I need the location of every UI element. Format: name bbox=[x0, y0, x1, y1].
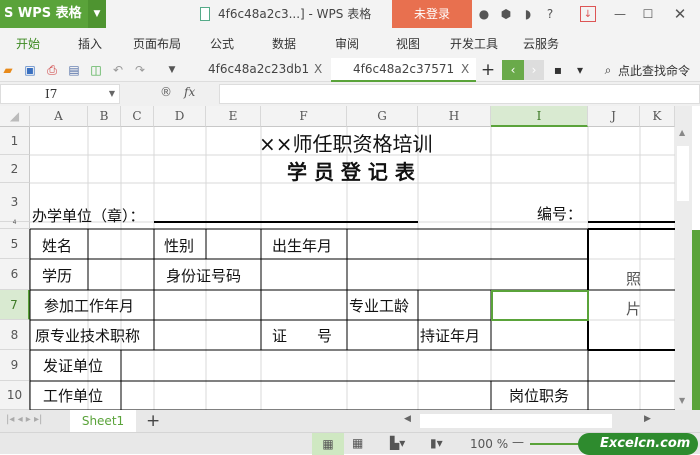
feedback-icon[interactable]: ◗ bbox=[520, 6, 536, 22]
name-box[interactable]: I7 ▼ bbox=[0, 84, 120, 104]
save-icon[interactable]: ▣ bbox=[22, 62, 38, 78]
close-tab-icon[interactable]: X bbox=[314, 58, 322, 80]
print-icon[interactable]: ▤ bbox=[66, 62, 82, 78]
id-number-label: 身份证号码 bbox=[166, 267, 242, 285]
watermark-logo: Excelcn.com bbox=[578, 433, 698, 455]
minimize-icon[interactable]: — bbox=[612, 6, 628, 22]
close-icon[interactable]: ✕ bbox=[672, 6, 688, 22]
menu-review[interactable]: 审阅 bbox=[335, 28, 359, 60]
cell-ref: I7 bbox=[45, 87, 58, 101]
new-tab-icon[interactable]: + bbox=[480, 62, 496, 79]
education-label: 学历 bbox=[42, 267, 73, 285]
zoom-out-icon[interactable]: — bbox=[512, 435, 524, 449]
export-pdf-icon[interactable]: ⎙ bbox=[44, 62, 60, 78]
freeze-icon[interactable]: ▙▾ bbox=[390, 436, 405, 450]
redo-icon[interactable]: ↷ bbox=[132, 62, 148, 78]
menu-formulas[interactable]: 公式 bbox=[210, 28, 234, 60]
scroll-down-icon[interactable]: ▼ bbox=[679, 396, 685, 405]
status-bar: ▦ ▦ ▙▾ ▮▾ 100 % — Excelcn.com bbox=[0, 432, 700, 455]
menu-insert[interactable]: 插入 bbox=[78, 28, 102, 60]
formula-input[interactable] bbox=[219, 84, 700, 104]
cert-no-label: 证 号 bbox=[272, 327, 333, 345]
menu-developer[interactable]: 开发工具 bbox=[450, 28, 498, 60]
skin-icon[interactable]: ● bbox=[476, 6, 492, 22]
search-command[interactable]: 点此查找命令 bbox=[618, 62, 690, 79]
zoom-level: 100 % bbox=[470, 437, 509, 451]
scroll-right-icon[interactable]: ▶ bbox=[644, 414, 651, 424]
sheet-tab-bar: |◂ ◂ ▸ ▸| Sheet1 + ◀ ▶ bbox=[0, 410, 700, 432]
menu-view[interactable]: 视图 bbox=[396, 28, 420, 60]
school-label: 办学单位（章）： bbox=[32, 207, 145, 225]
window-title: 4f6c48a2c3...] - WPS 表格 bbox=[218, 7, 372, 21]
chevron-down-icon[interactable]: ▼ bbox=[164, 62, 180, 78]
photo-label-1: 照 bbox=[626, 270, 642, 288]
horizontal-scrollbar[interactable] bbox=[420, 414, 612, 428]
cert-date-label: 持证年月 bbox=[420, 327, 481, 345]
sheet-nav-icons[interactable]: |◂ ◂ ▸ ▸| bbox=[6, 414, 42, 425]
side-panel bbox=[692, 106, 700, 410]
workplace-label: 工作单位 bbox=[43, 387, 104, 405]
login-button[interactable]: 未登录 bbox=[392, 0, 472, 28]
quick-toolbar: ▰ ▣ ⎙ ▤ ◫ ↶ ↷ ▼ 4f6c48a2c23db1 X 4f6c48a2… bbox=[0, 58, 700, 82]
function-icon[interactable]: fx bbox=[184, 85, 195, 99]
settings-icon[interactable]: ⬢ bbox=[498, 6, 514, 22]
doc-tab-label: 4f6c48a2c37571 bbox=[353, 62, 455, 76]
print-preview-icon[interactable]: ◫ bbox=[88, 62, 104, 78]
menu-data[interactable]: 数据 bbox=[272, 28, 296, 60]
chevron-down-icon[interactable]: ▼ bbox=[88, 0, 106, 28]
download-icon[interactable]: ↓ bbox=[580, 6, 596, 22]
doc-tab-label: 4f6c48a2c23db1 bbox=[208, 62, 310, 76]
add-sheet-button[interactable]: + bbox=[146, 411, 160, 431]
pro-years-label: 专业工龄 bbox=[349, 297, 410, 315]
gender-label: 性别 bbox=[164, 237, 195, 255]
zoom-slider[interactable] bbox=[530, 443, 580, 445]
help-icon[interactable]: ? bbox=[542, 6, 558, 22]
tab-list-icon[interactable]: ▾ bbox=[572, 62, 588, 78]
birth-label: 出生年月 bbox=[272, 237, 333, 255]
work-start-label: 参加工作年月 bbox=[44, 297, 135, 315]
menu-cloud[interactable]: 云服务 bbox=[523, 28, 559, 60]
vertical-scrollbar[interactable]: ▲ ▼ bbox=[675, 106, 692, 410]
formula-bar: I7 ▼ ® fx bbox=[0, 82, 700, 106]
open-icon[interactable]: ▰ bbox=[0, 62, 16, 78]
form-subtitle: 学 员 登 记 表 bbox=[287, 160, 415, 184]
screen-icon[interactable]: ▪ bbox=[550, 62, 566, 78]
title-bar: S WPS 表格 ▼ 4f6c48a2c3...] - WPS 表格 未登录 ● … bbox=[0, 0, 700, 28]
zoom-icon[interactable]: ® bbox=[160, 85, 172, 99]
document-icon bbox=[200, 7, 210, 21]
sheet-tab-sheet1[interactable]: Sheet1 bbox=[70, 410, 136, 432]
normal-view-icon[interactable]: ▦ bbox=[312, 433, 344, 455]
name-label: 姓名 bbox=[42, 237, 73, 255]
search-icon: ⌕ bbox=[604, 63, 612, 77]
number-label: 编号： bbox=[537, 205, 583, 223]
wps-logo-menu[interactable]: S WPS 表格 ▼ bbox=[0, 0, 106, 28]
ribbon-menu: 开始 插入 页面布局 公式 数据 审阅 视图 开发工具 云服务 bbox=[0, 28, 700, 58]
selected-cell-I7[interactable] bbox=[491, 290, 589, 321]
close-tab-icon[interactable]: X bbox=[461, 58, 469, 80]
menu-home[interactable]: 开始 bbox=[16, 28, 40, 60]
doc-tab-1[interactable]: 4f6c48a2c23db1 X bbox=[186, 58, 330, 82]
eye-protect-icon[interactable]: ▮▾ bbox=[430, 436, 443, 450]
undo-icon[interactable]: ↶ bbox=[110, 62, 126, 78]
orig-title-label: 原专业技术职称 bbox=[35, 327, 141, 345]
tab-next-icon[interactable]: › bbox=[524, 60, 544, 80]
scroll-left-icon[interactable]: ◀ bbox=[404, 414, 411, 424]
spreadsheet-grid[interactable]: ◢ ABCDEFGHIJK 1 2 3 4 5 6 7 8 9 10 ××师任职资格培训 学 员 … bbox=[0, 106, 692, 410]
issuer-label: 发证单位 bbox=[43, 357, 104, 375]
app-name: S WPS 表格 bbox=[4, 6, 82, 21]
page-break-view-icon[interactable]: ▦ bbox=[352, 436, 363, 450]
doc-tab-2[interactable]: 4f6c48a2c37571 X bbox=[331, 58, 476, 82]
tab-prev-icon[interactable]: ‹ bbox=[502, 60, 524, 80]
scroll-thumb[interactable] bbox=[677, 146, 689, 201]
maximize-icon[interactable]: ☐ bbox=[640, 6, 656, 22]
chevron-down-icon[interactable]: ▼ bbox=[109, 85, 115, 103]
menu-page-layout[interactable]: 页面布局 bbox=[133, 28, 181, 60]
side-panel-toggle[interactable] bbox=[692, 230, 700, 410]
form-title: ××师任职资格培训 bbox=[259, 132, 433, 156]
scroll-up-icon[interactable]: ▲ bbox=[679, 128, 685, 137]
position-label: 岗位职务 bbox=[509, 387, 570, 405]
photo-label-2: 片 bbox=[626, 300, 642, 318]
